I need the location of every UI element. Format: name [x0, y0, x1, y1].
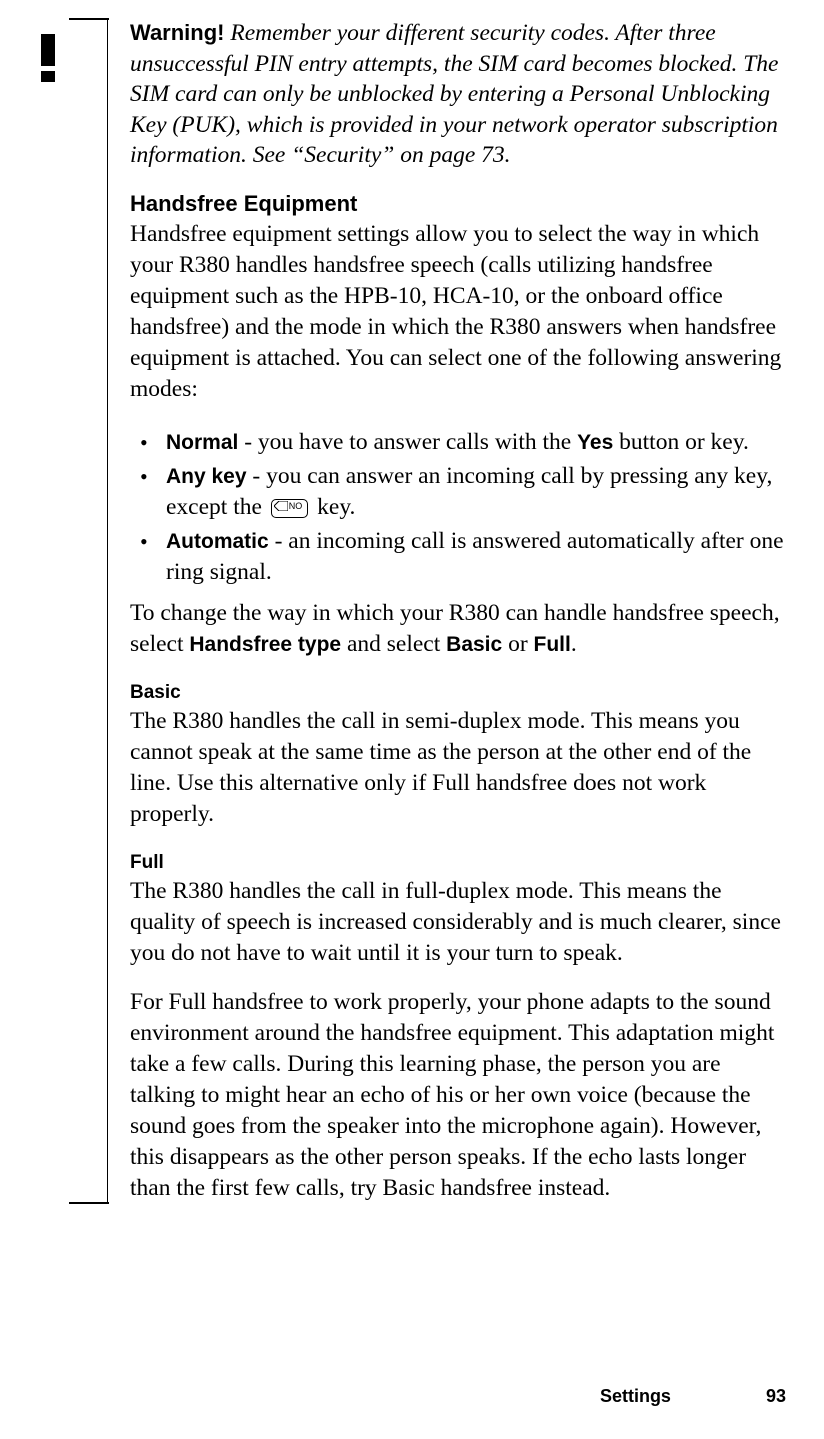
no-key-label: NO	[289, 501, 303, 511]
list-item-anykey: Any key - you can answer an incoming cal…	[130, 461, 788, 522]
list-item-normal: Normal - you have to answer calls with t…	[130, 427, 788, 458]
footer-page-number: 93	[766, 1386, 786, 1406]
anykey-label: Any key	[166, 465, 247, 488]
anykey-text-before: - you can answer an incoming call by pre…	[166, 463, 772, 520]
automatic-label: Automatic	[166, 530, 269, 553]
full-text-2: For Full handsfree to work properly, you…	[130, 987, 788, 1204]
page-footer: Settings 93	[600, 1386, 786, 1407]
warning-text: Remember your different security codes. …	[130, 20, 778, 168]
list-item-automatic: Automatic - an incoming call is answered…	[130, 526, 788, 587]
normal-text-after: button or key.	[613, 429, 749, 455]
full-heading: Full	[130, 852, 788, 874]
footer-section-name: Settings	[600, 1386, 671, 1406]
full-inline-label: Full	[534, 633, 571, 656]
warning-exclamation-icon	[38, 34, 58, 93]
or-text: or	[502, 631, 533, 657]
change-handsfree-text: To change the way in which your R380 can…	[130, 598, 788, 660]
basic-heading: Basic	[130, 682, 788, 704]
margin-bottom-tick	[69, 1202, 109, 1204]
yes-label: Yes	[577, 431, 613, 454]
handsfree-heading: Handsfree Equipment	[130, 191, 788, 217]
answering-mode-list: Normal - you have to answer calls with t…	[130, 427, 788, 588]
handsfree-intro: Handsfree equipment settings allow you t…	[130, 219, 788, 405]
normal-text-before: - you have to answer calls with the	[238, 429, 577, 455]
full-text-1: The R380 handles the call in full-duplex…	[130, 876, 788, 969]
basic-text: The R380 handles the call in semi-duplex…	[130, 706, 788, 830]
normal-label: Normal	[166, 431, 238, 454]
no-key-icon: NO	[271, 499, 309, 518]
handsfree-type-label: Handsfree type	[189, 633, 341, 656]
change-mid: and select	[341, 631, 446, 657]
period: .	[571, 631, 577, 657]
content-column: Warning! Remember your different securit…	[108, 18, 824, 1204]
basic-inline-label: Basic	[446, 633, 502, 656]
warning-block: Warning! Remember your different securit…	[130, 18, 788, 171]
left-margin-column	[0, 18, 108, 1204]
anykey-text-after: key.	[311, 494, 355, 520]
warning-label: Warning!	[130, 20, 225, 45]
